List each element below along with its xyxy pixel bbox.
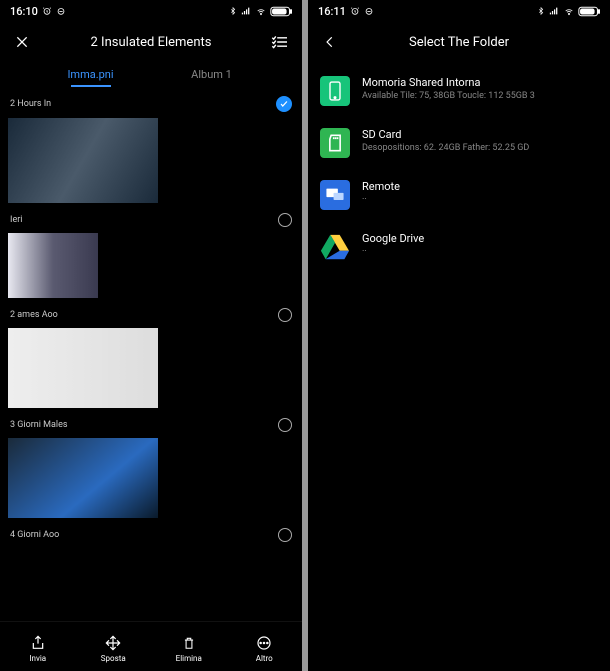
share-icon xyxy=(30,635,46,651)
signal-icon xyxy=(240,6,252,16)
section-label: 4 Giorni Aoo xyxy=(10,530,59,540)
google-drive-icon xyxy=(321,234,349,260)
move-label: Sposta xyxy=(101,654,126,663)
screenshot-pair: 16:10 2 Insulated Elements Imma.pni Alb xyxy=(0,0,610,671)
folder-internal[interactable]: Momoria Shared Intorna Available Tile: 7… xyxy=(320,76,598,106)
folder-title: Remote xyxy=(362,180,400,193)
status-bar: 16:11 xyxy=(308,0,610,22)
delete-label: Elimina xyxy=(176,654,202,663)
back-button[interactable] xyxy=(320,35,340,49)
status-time: 16:10 xyxy=(10,5,38,18)
sd-card-icon xyxy=(327,134,343,152)
section-radio[interactable] xyxy=(278,418,292,432)
select-all-button[interactable] xyxy=(270,35,290,49)
status-time: 16:11 xyxy=(318,5,346,18)
move-button[interactable]: Sposta xyxy=(88,634,138,663)
thumbnail[interactable] xyxy=(8,118,158,203)
delete-button[interactable]: Elimina xyxy=(164,634,214,663)
folder-title: SD Card xyxy=(362,128,529,141)
check-icon xyxy=(279,99,289,109)
bottom-bar: Invia Sposta Elimina Altro xyxy=(0,621,302,671)
gallery-section: 2 ames Aoo xyxy=(0,304,302,414)
header-title: Select The Folder xyxy=(350,35,568,50)
thumbnail[interactable] xyxy=(8,438,158,518)
more-label: Altro xyxy=(256,654,273,663)
phone-storage-icon xyxy=(328,81,342,101)
status-bar: 16:10 xyxy=(0,0,302,22)
alarm-icon xyxy=(42,6,52,16)
section-label: 2 ames Aoo xyxy=(10,310,58,320)
tabs: Imma.pni Album 1 xyxy=(0,62,302,92)
remote-icon xyxy=(325,187,345,203)
gallery-section: 4 Giorni Aoo xyxy=(0,524,302,546)
gallery[interactable]: 2 Hours In Ieri 2 ames Aoo xyxy=(0,92,302,621)
section-label: 3 Giorni Males xyxy=(10,420,68,430)
phone-left: 16:10 2 Insulated Elements Imma.pni Alb xyxy=(0,0,302,671)
wifi-icon xyxy=(563,6,575,16)
section-radio[interactable] xyxy=(278,213,292,227)
folder-sub: Available Tile: 75, 38GB Toucle: 112 55G… xyxy=(362,91,535,101)
folder-sdcard[interactable]: SD Card Desopositions: 62. 24GB Father: … xyxy=(320,128,598,158)
section-radio[interactable] xyxy=(278,308,292,322)
phone-right: 16:11 Select The Folder xyxy=(308,0,610,671)
battery-icon xyxy=(270,6,292,17)
folder-title: Google Drive xyxy=(362,232,424,245)
close-button[interactable] xyxy=(12,34,32,50)
thumbnail[interactable] xyxy=(8,233,98,298)
folder-sub: ·· xyxy=(362,195,400,205)
folder-sub: Desopositions: 62. 24GB Father: 52.25 GD xyxy=(362,143,529,153)
gallery-section: 3 Giorni Males xyxy=(0,414,302,524)
alarm-icon xyxy=(350,6,360,16)
folder-sub: ·· xyxy=(362,247,424,257)
section-label: Ieri xyxy=(10,215,22,225)
wifi-icon xyxy=(255,6,267,16)
section-label: 2 Hours In xyxy=(10,99,51,109)
move-icon xyxy=(105,635,121,651)
header: 2 Insulated Elements xyxy=(0,22,302,62)
more-button[interactable]: Altro xyxy=(239,634,289,663)
gallery-section: Ieri xyxy=(0,209,302,304)
signal-icon xyxy=(548,6,560,16)
share-label: Invia xyxy=(29,654,46,663)
close-icon xyxy=(14,34,30,50)
tab-images[interactable]: Imma.pni xyxy=(30,68,151,87)
share-button[interactable]: Invia xyxy=(13,634,63,663)
more-icon xyxy=(256,635,272,651)
folder-list: Momoria Shared Intorna Available Tile: 7… xyxy=(308,62,610,671)
dnd-icon xyxy=(56,6,66,16)
battery-icon xyxy=(578,6,600,17)
section-radio[interactable] xyxy=(278,528,292,542)
dnd-icon xyxy=(364,6,374,16)
select-list-icon xyxy=(271,35,289,49)
folder-title: Momoria Shared Intorna xyxy=(362,76,535,89)
gallery-section: 2 Hours In xyxy=(0,92,302,209)
folder-remote[interactable]: Remote ·· xyxy=(320,180,598,210)
bluetooth-icon xyxy=(229,6,237,16)
header-title: 2 Insulated Elements xyxy=(42,35,260,50)
header: Select The Folder xyxy=(308,22,610,62)
trash-icon xyxy=(182,635,196,651)
section-check[interactable] xyxy=(276,96,292,112)
chevron-left-icon xyxy=(323,35,337,49)
bluetooth-icon xyxy=(537,6,545,16)
folder-gdrive[interactable]: Google Drive ·· xyxy=(320,232,598,262)
thumbnail[interactable] xyxy=(8,328,158,408)
tab-album[interactable]: Album 1 xyxy=(151,68,272,87)
